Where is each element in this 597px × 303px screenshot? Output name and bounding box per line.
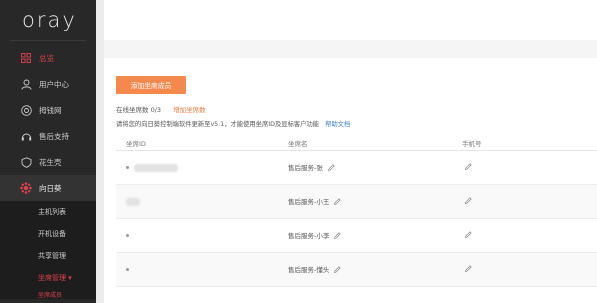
seat-id-cell <box>116 266 288 274</box>
sidebar-item-support[interactable]: 售后支持 <box>0 123 96 149</box>
sidebar-item-label: 用户中心 <box>39 79 69 89</box>
table-row: 售后服务-小李 <box>116 219 597 253</box>
main-content: 添加坐席成员 在线坐席数 0/3 增加坐席数 请将您的向日葵控制端软件更新至v5… <box>104 58 597 303</box>
sidebar-item-label: 总览 <box>39 53 54 63</box>
add-seat-member-button[interactable]: 添加坐席成员 <box>116 76 186 94</box>
seat-table: 坐席ID 坐席名 手机号 售后服务-张 售后服务-小王 售后服务-小李 售后服务… <box>116 135 597 287</box>
edit-pencil-icon[interactable] <box>334 266 342 275</box>
sunflower-icon <box>20 182 32 194</box>
sidebar-item-sunflower[interactable]: 向日葵 <box>0 175 96 201</box>
edit-pencil-icon[interactable] <box>334 198 342 207</box>
user-icon <box>20 78 32 90</box>
seat-name-cell: 售后服务-懂头 <box>288 264 462 275</box>
phone-cell <box>462 163 597 172</box>
table-row: 售后服务-懂头 <box>116 253 597 287</box>
sidebar-subitem-label: 坐席管理 ▾ <box>38 274 72 282</box>
bullet-icon <box>126 166 129 169</box>
seat-name: 售后服务-小王 <box>288 198 330 207</box>
seat-id-cell <box>116 163 288 172</box>
sidebar-subitem-label: 主机列表 <box>38 208 66 216</box>
sidebar: oray 总览 用户中心 拇钱网 售后支持 花生壳 向日葵 主机列表 开机设备 … <box>0 0 96 303</box>
sidebar-subitem-label: 共享管理 <box>38 252 66 260</box>
sidebar-item-label: 向日葵 <box>39 183 62 193</box>
circle-icon <box>20 104 32 116</box>
content-gap <box>104 40 597 58</box>
edit-pencil-icon[interactable] <box>465 163 472 172</box>
edit-pencil-icon[interactable] <box>465 231 472 240</box>
seat-name-cell: 售后服务-小李 <box>288 230 462 241</box>
online-seats-label: 在线坐席数 0/3 <box>116 106 162 114</box>
update-notice: 请将您的向日葵控制端软件更新至v5.1，才能使用坐席ID及显标客户功能 帮助文档 <box>116 119 350 128</box>
seat-stats: 在线坐席数 0/3 增加坐席数 <box>116 104 206 114</box>
sidebar-gutter <box>96 0 104 303</box>
bullet-icon <box>126 234 129 237</box>
top-bar <box>104 0 597 40</box>
seat-id-cell <box>116 197 288 206</box>
table-header: 坐席ID 坐席名 手机号 <box>116 135 597 151</box>
sidebar-subitem-seat-members[interactable]: 坐席成员 <box>0 289 96 299</box>
phone-cell <box>462 265 597 274</box>
sidebar-subitem-label: 开机设备 <box>38 230 66 238</box>
notice-text: 请将您的向日葵控制端软件更新至v5.1，才能使用坐席ID及显标客户功能 <box>116 121 320 128</box>
blurred-id <box>126 197 140 206</box>
grid-icon <box>20 52 32 64</box>
seat-id-cell <box>116 232 288 240</box>
headset-icon <box>20 130 32 142</box>
blurred-id <box>134 163 179 172</box>
sidebar-subitem-host-list[interactable]: 主机列表 <box>0 201 96 223</box>
sidebar-subitem-seat-management[interactable]: 坐席管理 ▾ <box>0 267 96 289</box>
sidebar-item-label: 售后支持 <box>39 131 69 141</box>
bullet-icon <box>126 268 129 271</box>
phone-cell <box>462 231 597 240</box>
sidebar-item-money-net[interactable]: 拇钱网 <box>0 97 96 123</box>
sidebar-item-label: 拇钱网 <box>39 105 62 115</box>
seat-name: 售后服务-懂头 <box>288 266 330 275</box>
edit-pencil-icon[interactable] <box>327 164 335 173</box>
shield-icon <box>20 156 32 168</box>
sidebar-item-label: 花生壳 <box>39 157 62 167</box>
seat-name: 售后服务-小李 <box>288 232 330 241</box>
edit-pencil-icon[interactable] <box>465 197 472 206</box>
edit-pencil-icon[interactable] <box>334 232 342 241</box>
header-phone: 手机号 <box>462 139 482 148</box>
app-window: oray 总览 用户中心 拇钱网 售后支持 花生壳 向日葵 主机列表 开机设备 … <box>0 0 597 303</box>
seat-name-cell: 售后服务-小王 <box>288 196 462 207</box>
add-seats-link[interactable]: 增加坐席数 <box>173 106 206 114</box>
sidebar-subitem-share-management[interactable]: 共享管理 <box>0 245 96 267</box>
sidebar-subitem-label: 坐席成员 <box>38 291 63 299</box>
edit-pencil-icon[interactable] <box>465 265 472 274</box>
seat-name-cell: 售后服务-张 <box>288 162 462 173</box>
logo-text: oray <box>22 8 77 32</box>
table-row: 售后服务-小王 <box>116 185 597 219</box>
sidebar-divider <box>10 40 86 41</box>
seat-name: 售后服务-张 <box>288 164 323 173</box>
help-docs-link[interactable]: 帮助文档 <box>325 121 350 128</box>
table-row: 售后服务-张 <box>116 151 597 185</box>
sidebar-subitem-boot-devices[interactable]: 开机设备 <box>0 223 96 245</box>
sidebar-item-user-center[interactable]: 用户中心 <box>0 71 96 97</box>
oray-logo[interactable]: oray <box>0 0 96 40</box>
header-seat-name: 坐席名 <box>288 139 308 148</box>
sidebar-item-overview[interactable]: 总览 <box>0 45 96 71</box>
sidebar-item-peanut-shell[interactable]: 花生壳 <box>0 149 96 175</box>
phone-cell <box>462 197 597 206</box>
header-seat-id: 坐席ID <box>126 139 146 148</box>
